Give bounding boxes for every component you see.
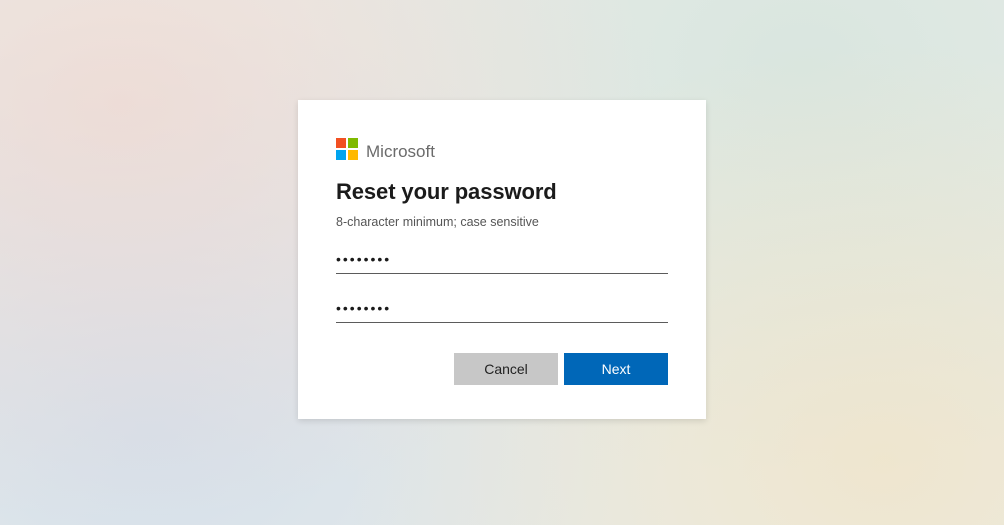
confirm-password-field[interactable] [336, 294, 668, 323]
next-button[interactable]: Next [564, 353, 668, 385]
cancel-button[interactable]: Cancel [454, 353, 558, 385]
brand-name: Microsoft [366, 142, 435, 162]
reset-password-dialog: Microsoft Reset your password 8-characte… [298, 100, 706, 419]
brand-row: Microsoft [336, 138, 668, 165]
password-hint: 8-character minimum; case sensitive [336, 215, 668, 229]
button-row: Cancel Next [336, 353, 668, 385]
new-password-field[interactable] [336, 245, 668, 274]
page-title: Reset your password [336, 179, 668, 205]
microsoft-logo-icon [336, 138, 358, 165]
